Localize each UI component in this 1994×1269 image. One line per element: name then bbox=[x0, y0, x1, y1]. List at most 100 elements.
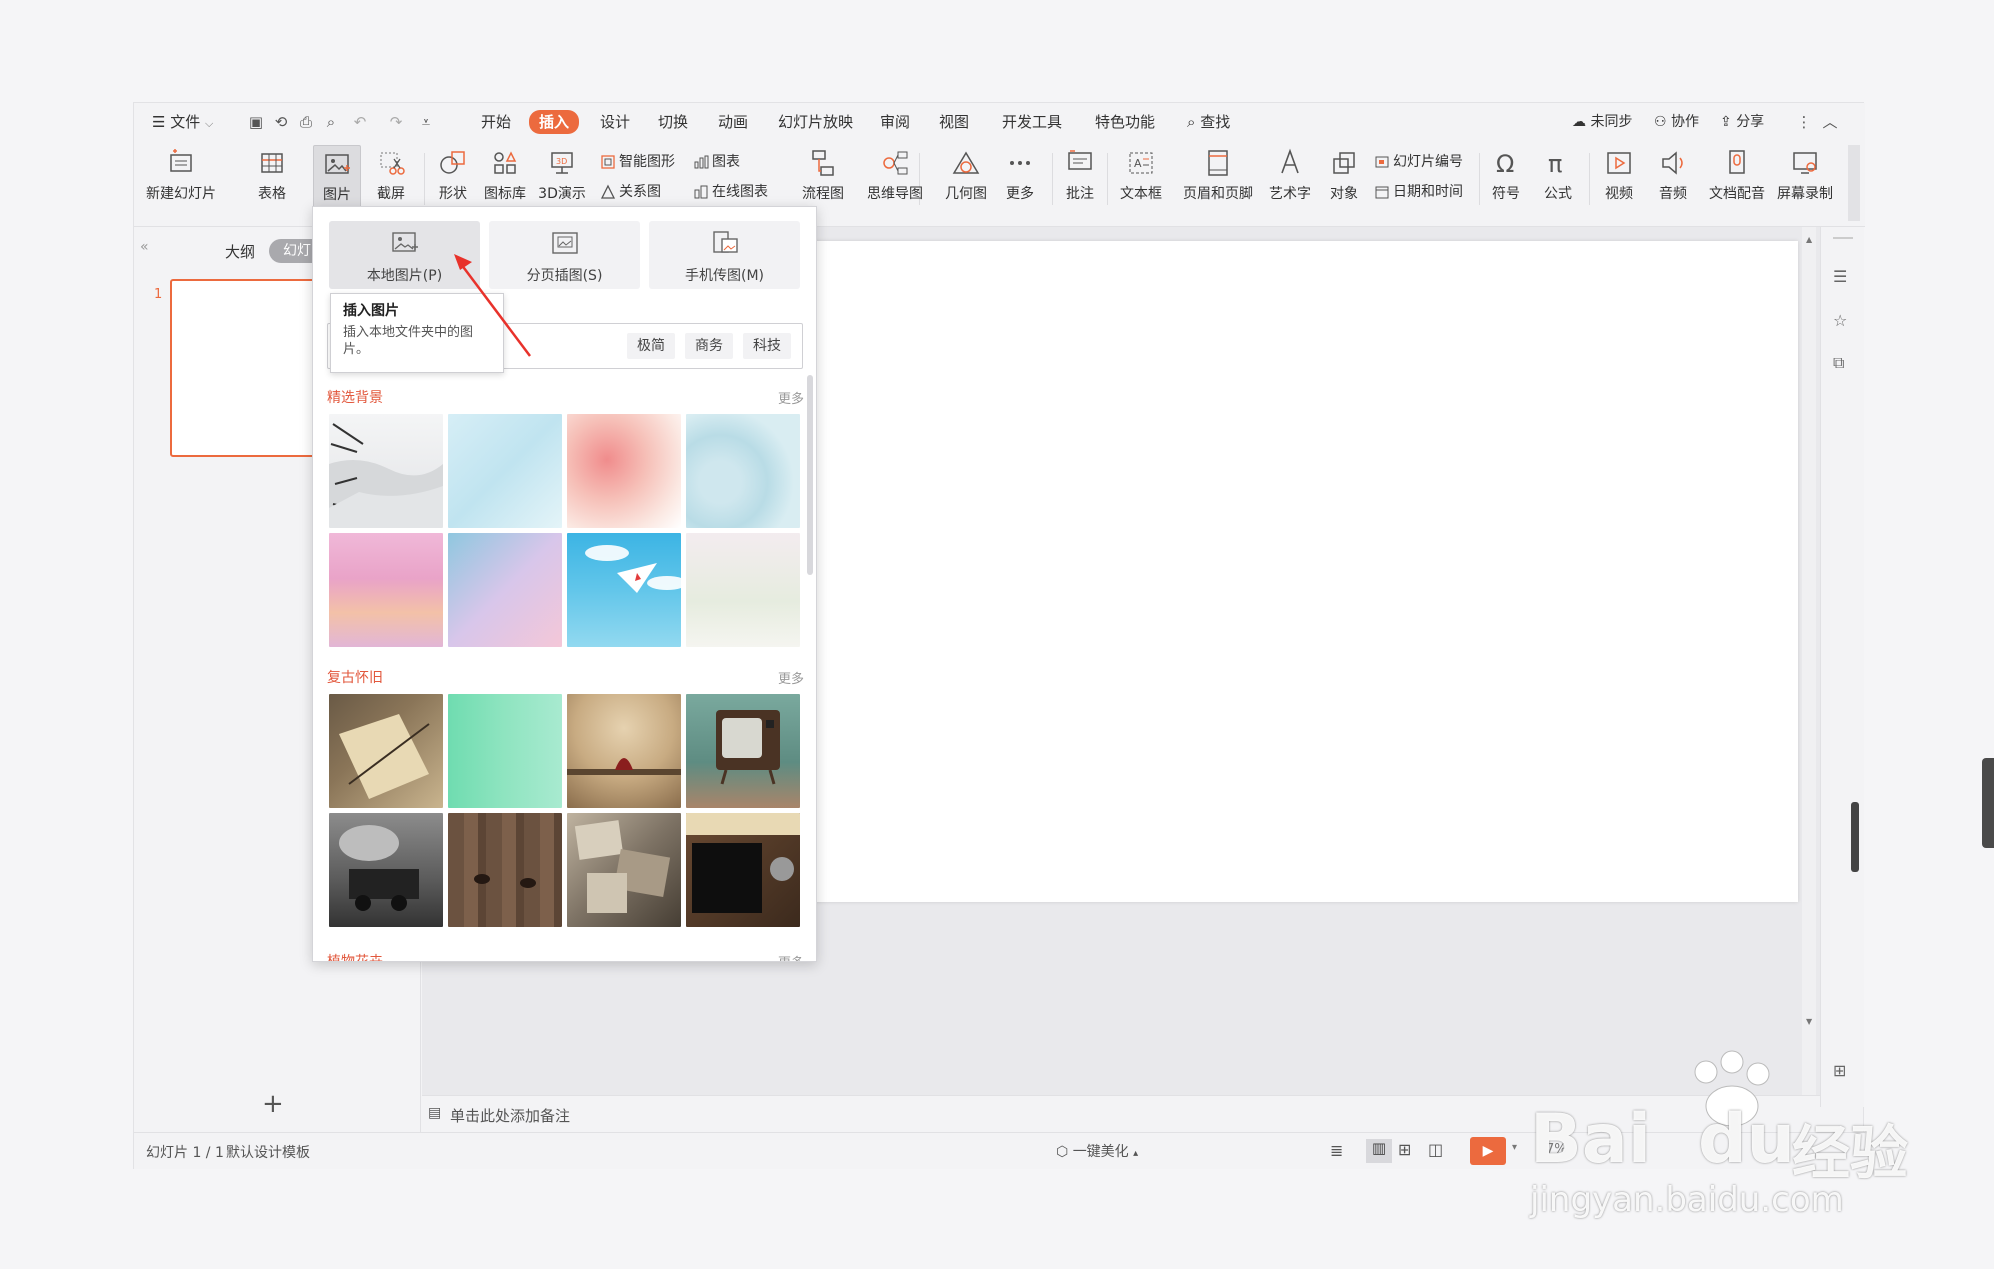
smart-shape-button[interactable]: 智能图形 bbox=[600, 151, 675, 173]
sync-status[interactable]: ☁ 未同步 bbox=[1572, 111, 1632, 133]
background-thumbnail[interactable] bbox=[686, 414, 800, 528]
symbol-button[interactable]: Ω 符号 bbox=[1484, 145, 1528, 211]
tab-animation[interactable]: 动画 bbox=[718, 111, 748, 133]
tab-home[interactable]: 开始 bbox=[481, 111, 511, 133]
ribbon-scrollbar[interactable] bbox=[1848, 145, 1860, 221]
slide-canvas[interactable] bbox=[678, 241, 1798, 902]
customize-icon[interactable]: ⩡ bbox=[416, 112, 436, 132]
background-thumbnail[interactable] bbox=[329, 533, 443, 647]
object-button[interactable]: 对象 bbox=[1324, 145, 1364, 211]
textbox-button[interactable]: A 文本框 bbox=[1112, 145, 1170, 211]
print-icon[interactable]: ⎙ bbox=[296, 112, 316, 132]
side-widget-handle[interactable] bbox=[1851, 802, 1859, 872]
add-slide-button[interactable]: + bbox=[262, 1089, 284, 1119]
normal-view-icon[interactable]: ▥ bbox=[1366, 1139, 1392, 1163]
settings-sliders-icon[interactable]: ☰ bbox=[1833, 267, 1847, 286]
screen-record-button[interactable]: 屏幕录制 bbox=[1774, 145, 1836, 211]
phone-picture-button[interactable]: 手机传图(M) bbox=[649, 221, 800, 289]
screenshot-button[interactable]: 截屏 bbox=[367, 145, 415, 211]
print-preview-icon[interactable]: ⌕ bbox=[321, 112, 341, 132]
formula-button[interactable]: π 公式 bbox=[1536, 145, 1580, 211]
date-time-button[interactable]: 日期和时间 bbox=[1374, 181, 1463, 203]
3d-button[interactable]: 3D 3D演示 bbox=[535, 145, 589, 211]
scroll-down-icon[interactable]: ▼ bbox=[1806, 1017, 1812, 1026]
comment-button[interactable]: 批注 bbox=[1060, 145, 1100, 211]
beautify-button[interactable]: ⬡ 一键美化 ▴ bbox=[1056, 1141, 1138, 1161]
share-button[interactable]: ⇪ 分享 bbox=[1720, 111, 1764, 133]
shape-button[interactable]: 形状 bbox=[430, 145, 476, 211]
tab-design[interactable]: 设计 bbox=[600, 111, 630, 133]
doc-voice-button[interactable]: 文档配音 bbox=[1706, 145, 1768, 211]
flowchart-button[interactable]: 流程图 bbox=[794, 145, 852, 211]
online-chart-button[interactable]: 在线图表 bbox=[693, 181, 768, 203]
tab-special[interactable]: 特色功能 bbox=[1095, 111, 1155, 133]
background-thumbnail[interactable] bbox=[567, 533, 681, 647]
undo-icon[interactable]: ↶ bbox=[350, 112, 370, 132]
plants-more-link[interactable]: 更多 bbox=[778, 952, 804, 961]
mindmap-label: 思维导图 bbox=[867, 186, 923, 202]
vintage-more-link[interactable]: 更多 bbox=[778, 668, 804, 687]
scroll-up-icon[interactable]: ▲ bbox=[1806, 235, 1812, 244]
collapse-ribbon-icon[interactable]: ︿ bbox=[1820, 112, 1840, 132]
background-thumbnail[interactable] bbox=[329, 414, 443, 528]
new-slide-button[interactable]: 新建幻灯片 bbox=[144, 145, 218, 211]
audio-button[interactable]: 音频 bbox=[1650, 145, 1696, 211]
play-button[interactable]: ▶ bbox=[1470, 1137, 1506, 1165]
geometry-button[interactable]: 几何图 bbox=[942, 145, 990, 211]
sorter-view-icon[interactable]: ⊞ bbox=[1398, 1140, 1411, 1159]
background-thumbnail[interactable] bbox=[448, 414, 562, 528]
tab-review[interactable]: 审阅 bbox=[880, 111, 910, 133]
transition-icon[interactable]: ⧉ bbox=[1833, 353, 1844, 373]
tab-insert[interactable]: 插入 bbox=[529, 110, 580, 134]
background-thumbnail[interactable] bbox=[686, 533, 800, 647]
chart-button[interactable]: 图表 bbox=[693, 151, 740, 173]
tab-view[interactable]: 视图 bbox=[939, 111, 969, 133]
picture-button[interactable]: 图片 bbox=[313, 145, 361, 211]
slide-number-button[interactable]: 幻灯片编号 bbox=[1374, 151, 1463, 173]
tag-technology[interactable]: 科技 bbox=[743, 333, 791, 359]
vintage-thumbnail[interactable] bbox=[567, 694, 681, 808]
vintage-thumbnail[interactable] bbox=[329, 813, 443, 927]
reading-view-icon[interactable]: ◫ bbox=[1428, 1140, 1443, 1159]
vintage-thumbnail[interactable] bbox=[329, 694, 443, 808]
background-thumbnail[interactable] bbox=[567, 414, 681, 528]
vintage-thumbnail[interactable] bbox=[686, 813, 800, 927]
tag-business[interactable]: 商务 bbox=[685, 333, 733, 359]
tab-developer[interactable]: 开发工具 bbox=[1002, 111, 1062, 133]
animation-star-icon[interactable]: ☆ bbox=[1833, 311, 1847, 330]
collab-button[interactable]: ⚇ 协作 bbox=[1654, 111, 1699, 133]
pi-icon: π bbox=[1548, 150, 1562, 178]
tab-outline[interactable]: 大纲 bbox=[225, 241, 255, 262]
icon-library-button[interactable]: 图标库 bbox=[481, 145, 529, 211]
vertical-scrollbar[interactable]: ▲ ▼ bbox=[1802, 227, 1816, 1095]
redo-icon[interactable]: ↷ bbox=[386, 112, 406, 132]
dropdown-scrollbar[interactable] bbox=[807, 375, 813, 575]
save-icon[interactable]: ▣ bbox=[246, 112, 266, 132]
file-menu[interactable]: ☰ 文件 ⌵ bbox=[152, 111, 213, 133]
template-name[interactable]: 默认设计模板 bbox=[226, 1142, 310, 1162]
wordart-button[interactable]: 艺术字 bbox=[1262, 145, 1318, 211]
background-thumbnail[interactable] bbox=[448, 533, 562, 647]
vintage-thumbnail[interactable] bbox=[567, 813, 681, 927]
search-box[interactable]: ⌕ 查找 bbox=[1187, 111, 1230, 133]
video-button[interactable]: 视频 bbox=[1596, 145, 1642, 211]
mindmap-button[interactable]: 思维导图 bbox=[860, 145, 930, 211]
more-button[interactable]: 更多 bbox=[996, 145, 1044, 211]
vintage-thumbnail[interactable] bbox=[686, 694, 800, 808]
tag-minimal[interactable]: 极简 bbox=[627, 333, 675, 359]
play-dropdown-icon[interactable]: ▾ bbox=[1512, 1142, 1517, 1153]
notes-toggle-icon[interactable]: ≣ bbox=[1330, 1141, 1343, 1160]
tab-slideshow[interactable]: 幻灯片放映 bbox=[778, 111, 853, 133]
side-widget-handle[interactable] bbox=[1982, 758, 1994, 848]
calendar-icon bbox=[1375, 186, 1389, 199]
table-button[interactable]: 表格 bbox=[249, 145, 295, 211]
relation-button[interactable]: 关系图 bbox=[600, 181, 661, 203]
more-vertical-icon[interactable]: ⋮ bbox=[1794, 112, 1814, 132]
export-icon[interactable]: ⟲ bbox=[271, 112, 291, 132]
collapse-panel-icon[interactable]: « bbox=[140, 239, 149, 255]
vintage-thumbnail[interactable] bbox=[448, 694, 562, 808]
header-footer-button[interactable]: 页眉和页脚 bbox=[1180, 145, 1256, 211]
tab-transition[interactable]: 切换 bbox=[658, 111, 688, 133]
featured-more-link[interactable]: 更多 bbox=[778, 388, 804, 407]
vintage-thumbnail[interactable] bbox=[448, 813, 562, 927]
